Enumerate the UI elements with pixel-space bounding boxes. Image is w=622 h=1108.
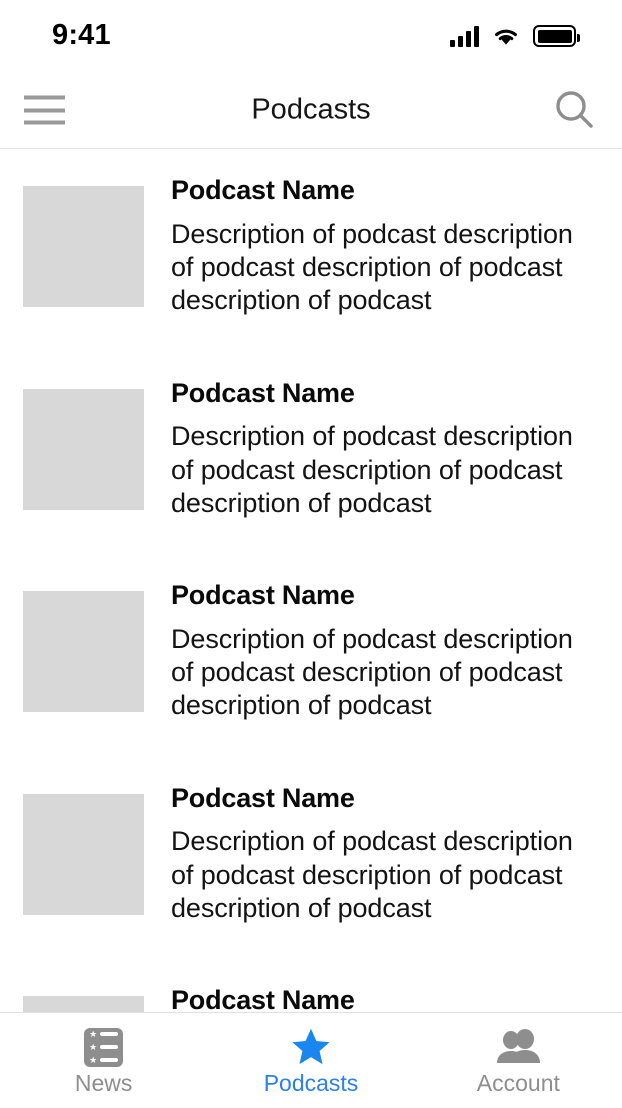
list-item-text: Podcast Name Description of podcast desc… bbox=[171, 986, 573, 1012]
podcast-title: Podcast Name bbox=[171, 175, 355, 205]
list-item[interactable]: Podcast Name Description of podcast desc… bbox=[0, 782, 622, 926]
list-item-text: Podcast Name Description of podcast desc… bbox=[171, 175, 573, 318]
list-item[interactable]: Podcast Name Description of podcast desc… bbox=[0, 986, 622, 1012]
tab-label-podcasts: Podcasts bbox=[263, 1070, 359, 1096]
tab-bar: ★ ★ ★ News Podcasts Account bbox=[0, 1012, 622, 1108]
podcast-thumbnail bbox=[23, 996, 144, 1012]
tab-podcasts[interactable]: Podcasts bbox=[207, 1013, 414, 1095]
tab-label-news: News bbox=[74, 1070, 133, 1096]
tab-label-account: Account bbox=[476, 1070, 560, 1096]
podcast-title: Podcast Name bbox=[171, 580, 355, 611]
status-time: 9:41 bbox=[52, 18, 111, 51]
podcast-thumbnail bbox=[23, 186, 144, 307]
podcast-list[interactable]: Podcast Name Description of podcast desc… bbox=[0, 149, 622, 1012]
tab-news[interactable]: ★ ★ ★ News bbox=[0, 1013, 207, 1095]
podcast-thumbnail bbox=[23, 388, 144, 510]
list-item[interactable]: Podcast Name Description of podcast desc… bbox=[0, 580, 622, 723]
podcast-thumbnail bbox=[23, 591, 144, 713]
podcast-title: Podcast Name bbox=[171, 782, 355, 813]
podcast-description: Description of podcast description of po… bbox=[171, 218, 573, 316]
podcast-description: Description of podcast description of po… bbox=[171, 421, 573, 518]
status-bar: 9:41 bbox=[0, 0, 622, 72]
podcast-title: Podcast Name bbox=[171, 985, 355, 1012]
search-button[interactable] bbox=[550, 86, 598, 134]
list-item[interactable]: Podcast Name Description of podcast desc… bbox=[0, 175, 622, 318]
search-icon bbox=[556, 91, 593, 128]
nav-bar: Podcasts bbox=[0, 72, 622, 149]
star-icon bbox=[289, 1027, 333, 1067]
podcast-thumbnail bbox=[23, 793, 144, 915]
list-item-text: Podcast Name Description of podcast desc… bbox=[171, 377, 573, 521]
podcast-description: Description of podcast description of po… bbox=[171, 623, 573, 721]
podcast-list-inner: Podcast Name Description of podcast desc… bbox=[0, 149, 622, 1012]
podcast-title: Podcast Name bbox=[171, 377, 355, 408]
list-item-text: Podcast Name Description of podcast desc… bbox=[171, 782, 573, 926]
podcast-description: Description of podcast description of po… bbox=[171, 826, 573, 924]
list-item[interactable]: Podcast Name Description of podcast desc… bbox=[0, 377, 622, 521]
status-icons bbox=[450, 25, 580, 47]
battery-full-icon bbox=[533, 25, 580, 47]
list-item-text: Podcast Name Description of podcast desc… bbox=[171, 580, 573, 723]
tab-account[interactable]: Account bbox=[415, 1013, 622, 1095]
page-title: Podcasts bbox=[251, 93, 371, 126]
news-list-icon: ★ ★ ★ bbox=[84, 1027, 124, 1067]
wifi-icon bbox=[495, 29, 517, 45]
phone-screen: 9:41 Podcasts Podcast Name Description o… bbox=[0, 0, 622, 1108]
cellular-signal-icon bbox=[450, 25, 479, 47]
people-icon bbox=[494, 1027, 542, 1067]
